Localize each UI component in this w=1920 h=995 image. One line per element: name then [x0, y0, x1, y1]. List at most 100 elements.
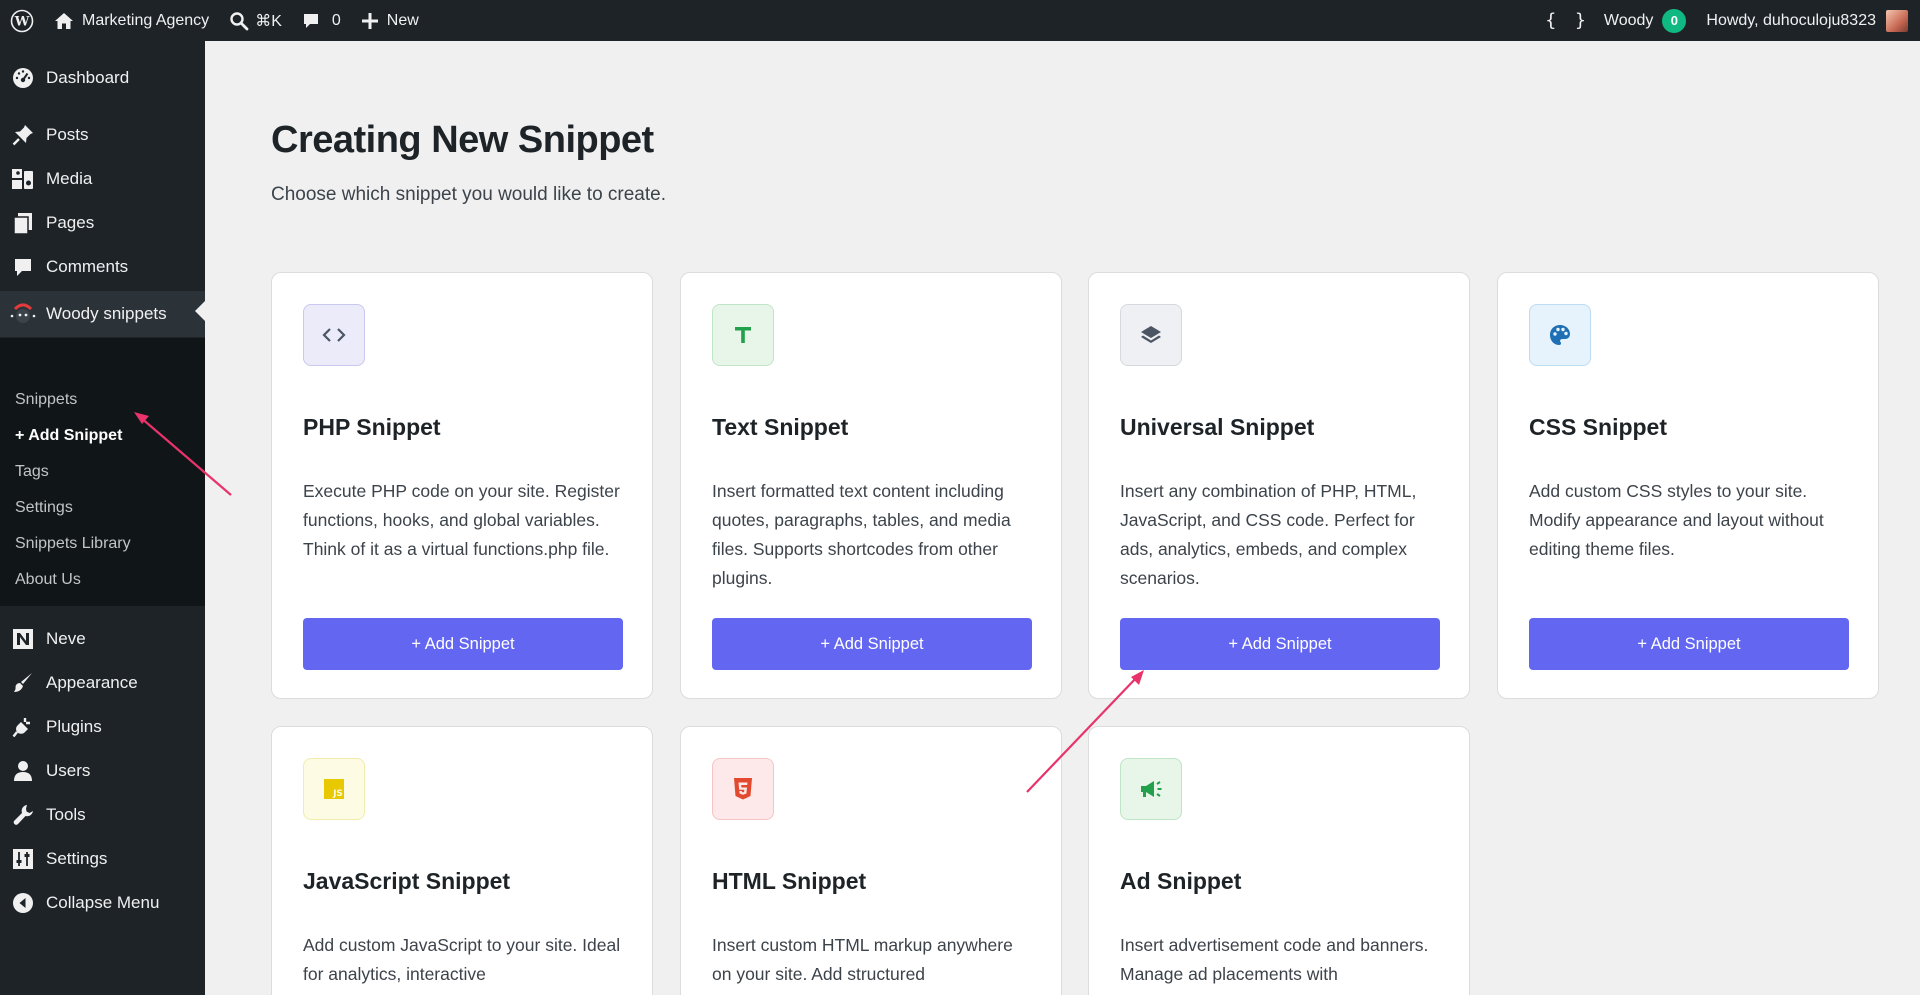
sidebar-item-label: Plugins: [46, 717, 102, 736]
submenu-item-settings[interactable]: Settings: [15, 499, 73, 517]
sidebar-item-label: Neve: [46, 629, 86, 648]
wrench-icon: [0, 804, 46, 826]
snippet-card-ad: Ad Snippet Insert advertisement code and…: [1088, 726, 1470, 995]
sidebar-item-woody-snippets[interactable]: Woody snippets: [0, 291, 205, 337]
card-description: Insert any combination of PHP, HTML, Jav…: [1120, 481, 1417, 588]
dashboard-icon: [0, 67, 46, 89]
search-shortcut-label: ⌘K: [255, 12, 282, 30]
sidebar-item-dashboard[interactable]: Dashboard: [0, 58, 205, 98]
card-title: Ad Snippet: [1120, 868, 1242, 894]
search-icon: [229, 11, 249, 31]
add-php-snippet-button[interactable]: + Add Snippet: [303, 618, 623, 670]
sidebar-item-settings[interactable]: Settings: [0, 839, 205, 879]
brush-icon: [0, 672, 46, 694]
sidebar-item-neve[interactable]: Neve: [0, 619, 205, 659]
comments-count: 0: [331, 11, 341, 29]
add-text-snippet-button[interactable]: + Add Snippet: [712, 618, 1032, 670]
comment-icon: [0, 257, 46, 277]
sidebar-item-label: Pages: [46, 213, 95, 232]
site-name: Marketing Agency: [82, 11, 210, 29]
home-icon: [54, 12, 74, 30]
card-description: Execute PHP code on your site. Register …: [303, 481, 620, 559]
site-name-link[interactable]: Marketing Agency: [44, 0, 219, 41]
card-title: JavaScript Snippet: [303, 868, 511, 894]
admin-bar: W Marketing Agency ⌘K 0 New {} Woody 0 …: [0, 0, 1920, 41]
sidebar-item-label: Comments: [46, 257, 129, 276]
sidebar-item-comments[interactable]: Comments: [0, 247, 205, 287]
user-icon: [0, 760, 46, 782]
media-icon: [0, 168, 46, 190]
greeting: Howdy, duhoculoju8323: [1706, 11, 1876, 29]
sidebar-item-media[interactable]: Media: [0, 159, 205, 199]
woody-adminbar-link[interactable]: { } Woody 0: [1535, 0, 1690, 41]
woody-count-badge: 0: [1662, 8, 1687, 33]
card-title: PHP Snippet: [303, 414, 441, 440]
card-description: Insert formatted text content including …: [712, 481, 1011, 588]
sidebar-item-label: Collapse Menu: [46, 893, 160, 912]
search-shortcut[interactable]: ⌘K: [219, 0, 292, 41]
sidebar-item-tools[interactable]: Tools: [0, 795, 205, 835]
collapse-menu-button[interactable]: Collapse Menu: [0, 883, 205, 923]
svg-text:JS: JS: [332, 789, 343, 799]
card-title: CSS Snippet: [1529, 414, 1668, 440]
wordpress-logo-icon[interactable]: W: [0, 0, 44, 41]
sidebar-item-plugins[interactable]: Plugins: [0, 707, 205, 747]
sidebar-item-label: Tools: [46, 805, 86, 824]
add-universal-snippet-button[interactable]: + Add Snippet: [1120, 618, 1440, 670]
avatar: [1886, 9, 1908, 32]
braces-icon: { }: [1545, 10, 1590, 31]
sidebar-item-label: Woody snippets: [46, 304, 167, 323]
user-account-link[interactable]: Howdy, duhoculoju8323: [1690, 0, 1920, 41]
submenu-item-about-us[interactable]: About Us: [15, 571, 81, 589]
sidebar-item-users[interactable]: Users: [0, 751, 205, 791]
neve-icon: [0, 628, 46, 650]
plus-icon: [361, 12, 379, 30]
sidebar-item-label: Appearance: [46, 673, 138, 692]
woody-icon: [0, 303, 46, 325]
megaphone-icon: [1120, 758, 1182, 820]
new-content-link[interactable]: New: [351, 0, 429, 41]
sidebar-item-label: Settings: [46, 849, 108, 868]
card-description: Add custom CSS styles to your site. Modi…: [1529, 481, 1824, 559]
js-icon: JS: [303, 758, 365, 820]
pages-icon: [0, 212, 46, 234]
submenu-item-add-snippet[interactable]: + Add Snippet: [15, 427, 122, 445]
sidebar-item-appearance[interactable]: Appearance: [0, 663, 205, 703]
comment-icon: [302, 12, 320, 30]
page-subtitle: Choose which snippet you would like to c…: [271, 184, 667, 205]
snippet-card-universal: Universal Snippet Insert any combination…: [1088, 272, 1470, 699]
card-description: Insert custom HTML markup anywhere on yo…: [712, 935, 1013, 984]
new-label: New: [386, 11, 419, 29]
svg-text:W: W: [14, 14, 30, 29]
comments-link[interactable]: 0: [292, 0, 351, 41]
woody-submenu: Snippets + Add Snippet Tags Settings Sni…: [0, 338, 205, 606]
page-title: Creating New Snippet: [271, 119, 654, 161]
submenu-item-tags[interactable]: Tags: [15, 463, 49, 481]
main-content: Creating New Snippet Choose which snippe…: [205, 41, 1920, 995]
layers-icon: [1120, 304, 1182, 366]
sidebar-item-posts[interactable]: Posts: [0, 115, 205, 155]
card-title: Text Snippet: [712, 414, 849, 440]
card-description: Add custom JavaScript to your site. Idea…: [303, 935, 621, 984]
snippet-card-css: CSS Snippet Add custom CSS styles to you…: [1497, 272, 1879, 699]
collapse-icon: [0, 892, 46, 914]
submenu-item-snippets[interactable]: Snippets: [15, 391, 77, 409]
text-icon: [712, 304, 774, 366]
snippet-card-html: HTML Snippet Insert custom HTML markup a…: [680, 726, 1062, 995]
plug-icon: [0, 716, 46, 738]
snippet-card-php: PHP Snippet Execute PHP code on your sit…: [271, 272, 653, 699]
add-css-snippet-button[interactable]: + Add Snippet: [1529, 618, 1849, 670]
sidebar-item-label: Users: [46, 761, 91, 780]
sidebar-item-label: Dashboard: [46, 68, 130, 87]
code-icon: [303, 304, 365, 366]
sidebar-item-pages[interactable]: Pages: [0, 203, 205, 243]
snippet-card-text: Text Snippet Insert formatted text conte…: [680, 272, 1062, 699]
submenu-item-snippets-library[interactable]: Snippets Library: [15, 535, 131, 553]
settings-icon: [0, 848, 46, 870]
pin-icon: [0, 124, 46, 146]
snippet-card-javascript: JS JavaScript Snippet Add custom JavaScr…: [271, 726, 653, 995]
card-description: Insert advertisement code and banners. M…: [1120, 935, 1429, 984]
sidebar-item-label: Posts: [46, 125, 89, 144]
woody-label: Woody: [1603, 11, 1654, 29]
card-title: HTML Snippet: [712, 868, 867, 894]
